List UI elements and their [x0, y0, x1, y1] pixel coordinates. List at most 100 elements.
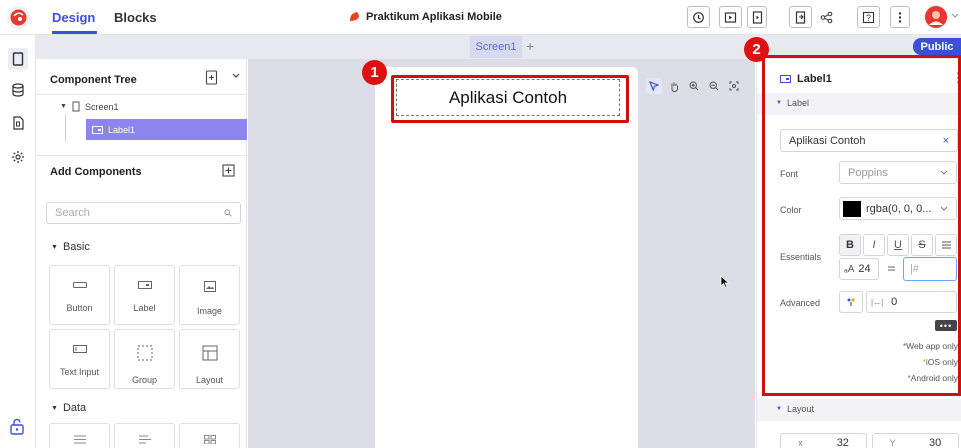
text-input-icon — [72, 345, 87, 353]
project-icon — [348, 10, 361, 23]
component-group[interactable]: Group — [114, 329, 175, 389]
component-label: Text Input — [59, 367, 100, 377]
component-label: Label — [133, 303, 156, 313]
y-position-input[interactable]: Y 30 — [872, 433, 959, 448]
screen-tab[interactable]: Screen1 — [470, 36, 522, 58]
user-avatar[interactable] — [924, 5, 948, 29]
divider — [36, 155, 247, 156]
component-text-input[interactable]: Text Input — [49, 329, 110, 389]
image-icon — [203, 281, 216, 292]
fit-screen-icon[interactable] — [726, 78, 742, 94]
x-value: 32 — [836, 437, 849, 448]
component-label: Group — [131, 375, 157, 385]
basic-section-header[interactable]: ▼ Basic — [51, 241, 90, 253]
component-layout[interactable]: Layout — [179, 329, 240, 389]
caret-down-icon: ▼ — [51, 243, 58, 251]
kebab-icon — [898, 11, 902, 23]
tab-design[interactable]: Design — [52, 10, 95, 25]
component-label: Layout — [195, 375, 224, 385]
app-logo[interactable] — [7, 6, 30, 29]
section-label: Basic — [62, 241, 90, 253]
canvas-toolbar — [646, 78, 742, 94]
y-label: Y — [889, 438, 896, 448]
mouse-cursor-icon — [720, 275, 729, 288]
export-button[interactable] — [789, 6, 812, 28]
tree-item-label1[interactable]: Label1 — [86, 119, 247, 140]
caret-down-icon: ▼ — [60, 103, 67, 110]
lock-icon[interactable] — [9, 418, 25, 435]
component-button[interactable]: Button — [49, 265, 110, 325]
history-button[interactable] — [687, 6, 710, 28]
caret-down-icon: ▼ — [51, 404, 58, 412]
help-icon: ? — [862, 11, 875, 23]
tree-chevron-down-icon[interactable] — [232, 73, 240, 79]
public-badge[interactable]: Public — [913, 38, 961, 55]
grid-icon — [203, 435, 216, 444]
layout-icon — [202, 345, 217, 361]
rail-settings-icon[interactable] — [9, 148, 27, 166]
rail-screens-icon[interactable] — [8, 48, 28, 70]
caret-down-icon: ▼ — [776, 406, 782, 412]
component-list[interactable] — [49, 423, 110, 448]
help-button[interactable]: ? — [857, 6, 880, 28]
layout-section-header[interactable]: ▼ Layout — [776, 404, 814, 414]
component-label: Button — [66, 303, 93, 313]
group-icon — [137, 345, 152, 361]
search-icon — [224, 209, 232, 217]
play-icon — [724, 11, 737, 23]
search-placeholder: Search — [55, 207, 90, 219]
rail-files-icon[interactable] — [9, 114, 27, 132]
project-title-text: Praktikum Aplikasi Mobile — [366, 10, 502, 23]
section-label: Data — [62, 402, 87, 414]
select-tool-icon[interactable] — [646, 78, 662, 94]
step-badge-1: 1 — [362, 60, 387, 85]
section-label: Layout — [786, 404, 814, 414]
export-icon — [795, 10, 806, 24]
zoom-out-icon[interactable] — [706, 78, 722, 94]
component-tree-title: Component Tree — [50, 74, 137, 86]
add-screen-button[interactable]: + — [526, 38, 534, 54]
tree-connector — [65, 114, 66, 142]
active-tab-indicator — [52, 31, 97, 34]
component-label: Image — [196, 306, 222, 316]
run-device-button[interactable] — [747, 6, 767, 28]
rail-database-icon[interactable] — [9, 81, 27, 99]
divider — [36, 94, 247, 95]
screen-icon — [72, 101, 80, 112]
x-label: x — [798, 438, 803, 448]
project-title[interactable]: Praktikum Aplikasi Mobile — [348, 10, 502, 23]
label-component-icon — [92, 125, 103, 134]
data-section-header[interactable]: ▼ Data — [51, 402, 86, 414]
avatar-chevron-icon[interactable] — [951, 13, 959, 19]
tree-item-label: Screen1 — [84, 101, 119, 112]
highlight-box-1 — [391, 75, 629, 123]
step-badge-2: 2 — [744, 37, 769, 62]
component-label[interactable]: Label — [114, 265, 175, 325]
y-value: 30 — [929, 437, 942, 448]
component-grid[interactable] — [179, 423, 240, 448]
svg-text:?: ? — [866, 13, 871, 23]
phone-play-icon — [752, 10, 762, 24]
add-components-title: Add Components — [50, 166, 142, 178]
component-image[interactable]: Image — [179, 265, 240, 325]
component-custom-list[interactable] — [114, 423, 175, 448]
more-menu-button[interactable] — [890, 6, 910, 28]
history-icon — [693, 11, 704, 23]
share-icon[interactable] — [820, 11, 833, 24]
button-icon — [72, 282, 87, 288]
add-component-icon[interactable] — [222, 164, 235, 177]
zoom-in-icon[interactable] — [686, 78, 702, 94]
highlight-box-2 — [762, 55, 961, 396]
custom-list-icon — [138, 435, 151, 444]
hand-tool-icon[interactable] — [666, 78, 682, 94]
x-position-input[interactable]: x 32 — [780, 433, 867, 448]
list-icon — [73, 435, 86, 444]
tree-add-icon[interactable] — [205, 70, 218, 85]
tab-blocks[interactable]: Blocks — [114, 10, 157, 25]
tree-item-screen1[interactable]: ▼ Screen1 — [60, 101, 118, 112]
label-icon — [137, 281, 152, 289]
component-panel — [36, 59, 247, 448]
phone-screen[interactable] — [375, 67, 638, 448]
search-input[interactable]: Search — [46, 202, 241, 224]
preview-button[interactable] — [719, 6, 742, 28]
